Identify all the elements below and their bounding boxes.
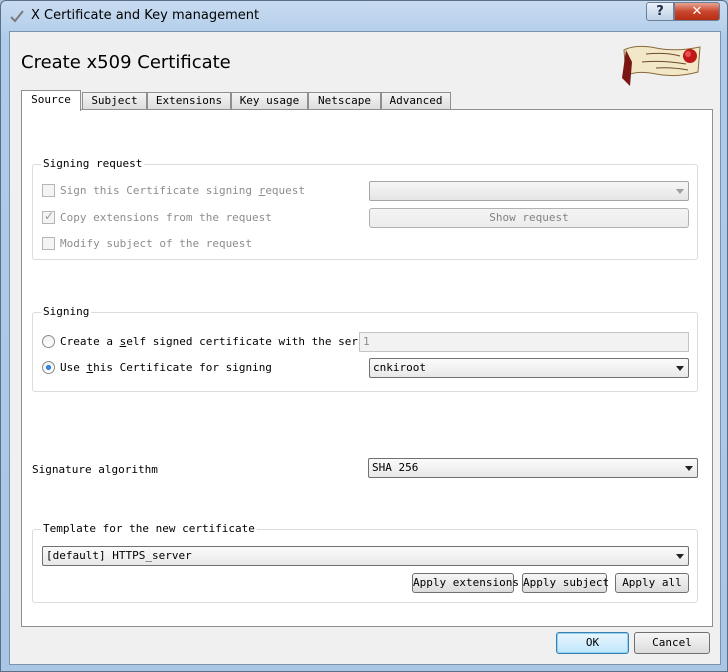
cancel-button[interactable]: Cancel	[634, 632, 710, 654]
signature-algorithm-label: Signature algorithm	[32, 463, 158, 476]
self-signed-radio[interactable]	[42, 335, 55, 348]
apply-extensions-button[interactable]: Apply extensions	[412, 573, 519, 593]
self-signed-label: Create a self signed certificate with th…	[60, 335, 378, 348]
request-select[interactable]	[369, 181, 689, 201]
template-title: Template for the new certificate	[41, 522, 257, 535]
sign-csr-label: Sign this Certificate signing request	[60, 184, 306, 197]
chevron-down-icon	[676, 554, 684, 559]
source-tab-panel: Signing request Sign this Certificate si…	[21, 109, 713, 627]
signing-request-group: Signing request Sign this Certificate si…	[32, 157, 698, 260]
checkmark-icon: ✓	[44, 209, 55, 223]
modify-subject-label: Modify subject of the request	[60, 237, 253, 250]
template-select[interactable]: [default] HTTPS_server	[42, 546, 689, 566]
copy-extensions-label: Copy extensions from the request	[60, 211, 272, 224]
tab-netscape[interactable]: Netscape	[308, 92, 381, 110]
ok-button[interactable]: OK	[556, 632, 629, 654]
tab-subject[interactable]: Subject	[82, 92, 147, 110]
dialog-body: Create x509 Certificate Source Subject E…	[9, 31, 721, 665]
window-title: X Certificate and Key management	[31, 8, 260, 23]
signing-ca-select[interactable]: cnkiroot	[369, 358, 689, 378]
serial-input[interactable]: 1	[359, 332, 689, 352]
signing-title: Signing	[41, 305, 92, 318]
signature-algorithm-value: SHA 256	[372, 461, 419, 474]
sign-csr-checkbox[interactable]	[42, 184, 55, 197]
xca-logo-icon	[622, 45, 701, 86]
tab-source[interactable]: Source	[21, 90, 81, 111]
apply-subject-button[interactable]: Apply subject	[522, 573, 609, 593]
dialog-window: X Certificate and Key management ? ✕ Cre…	[0, 0, 728, 672]
close-button[interactable]: ✕	[674, 2, 720, 21]
chevron-down-icon	[676, 366, 684, 371]
certificate-app-icon	[10, 10, 24, 23]
page-title: Create x509 Certificate	[21, 52, 231, 73]
title-bar[interactable]: X Certificate and Key management ? ✕	[1, 1, 727, 31]
tab-key-usage[interactable]: Key usage	[231, 92, 308, 110]
copy-extensions-checkbox[interactable]: ✓	[42, 209, 55, 224]
template-group: Template for the new certificate [defaul…	[32, 522, 698, 603]
chevron-down-icon	[676, 189, 684, 194]
signing-ca-value: cnkiroot	[373, 361, 426, 374]
show-request-button[interactable]: Show request	[369, 208, 689, 228]
modify-subject-checkbox[interactable]	[42, 237, 55, 250]
chevron-down-icon	[685, 466, 693, 471]
template-select-value: [default] HTTPS_server	[46, 549, 192, 562]
signing-group: Signing Create a self signed certificate…	[32, 305, 698, 392]
signature-algorithm-select[interactable]: SHA 256	[368, 458, 698, 478]
signing-request-title: Signing request	[41, 157, 145, 170]
use-cert-radio[interactable]	[42, 361, 55, 374]
tab-extensions[interactable]: Extensions	[147, 92, 231, 110]
tab-advanced[interactable]: Advanced	[381, 92, 451, 110]
help-button[interactable]: ?	[646, 2, 674, 21]
use-cert-label: Use this Certificate for signing	[60, 361, 272, 374]
apply-all-button[interactable]: Apply all	[615, 573, 689, 593]
